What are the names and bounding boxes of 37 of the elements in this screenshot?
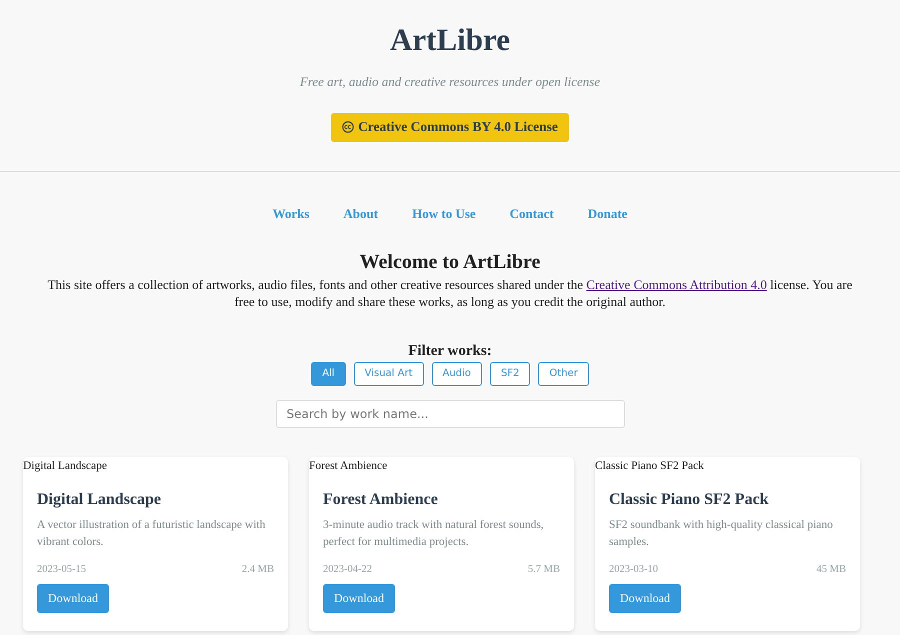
work-title: Classic Piano SF2 Pack: [609, 490, 769, 510]
license-button[interactable]: Creative Commons BY 4.0 License: [331, 112, 569, 142]
work-date: 2023-05-15: [37, 562, 86, 576]
image-alt-text: Forest Ambience: [309, 458, 388, 474]
work-date: 2023-03-10: [609, 562, 658, 576]
intro-paragraph: This site offers a collection of artworks, audio files, fonts and other creative resources shared under the Creative Commons Attribution 4.0 license. You are free to use, modify and share these works, as long as you credit the original author.: [46, 276, 854, 310]
file-size: 5.7 MB: [528, 562, 560, 576]
work-date: 2023-04-22: [323, 562, 372, 576]
work-title: Forest Ambience: [323, 490, 438, 510]
nav-link[interactable]: Works: [272, 204, 310, 224]
filter-label: Filter works:: [408, 342, 492, 360]
work-description: SF2 soundbank with high-quality classical piano samples.: [609, 518, 834, 550]
image-alt-text: Classic Piano SF2 Pack: [595, 458, 704, 474]
work-description: A vector illustration of a futuristic landscape with vibrant colors.: [37, 518, 266, 550]
nav-link[interactable]: Contact: [510, 204, 554, 224]
download-button[interactable]: Download: [609, 584, 681, 612]
work-description: 3-minute audio track with natural forest sounds, perfect for multimedia projects.: [323, 518, 545, 550]
nav-link[interactable]: Donate: [588, 204, 628, 224]
filter-button[interactable]: Audio: [432, 362, 482, 386]
search-field[interactable]: Search by work name...: [276, 400, 624, 428]
filter-button[interactable]: Visual Art: [354, 362, 424, 386]
license-link[interactable]: Creative Commons Attribution 4.0: [586, 276, 767, 292]
download-button[interactable]: Download: [37, 584, 109, 612]
file-size: 45 MB: [816, 562, 846, 576]
download-button[interactable]: Download: [323, 584, 395, 612]
image-alt-text: Digital Landscape: [23, 458, 107, 474]
file-size: 2.4 MB: [242, 562, 274, 576]
filter-button[interactable]: Other: [538, 362, 589, 386]
nav-link[interactable]: About: [343, 204, 378, 224]
work-title: Digital Landscape: [37, 490, 162, 510]
section-heading: Welcome to ArtLibre: [360, 250, 540, 274]
site-subtitle: Free art, audio and creative resources under open license: [300, 73, 600, 91]
nav-link[interactable]: How to Use: [412, 204, 476, 224]
filter-button[interactable]: All: [311, 362, 346, 386]
site-title: ArtLibre: [390, 22, 510, 58]
filter-button[interactable]: SF2: [490, 362, 530, 386]
creative-commons-icon: [342, 121, 354, 133]
